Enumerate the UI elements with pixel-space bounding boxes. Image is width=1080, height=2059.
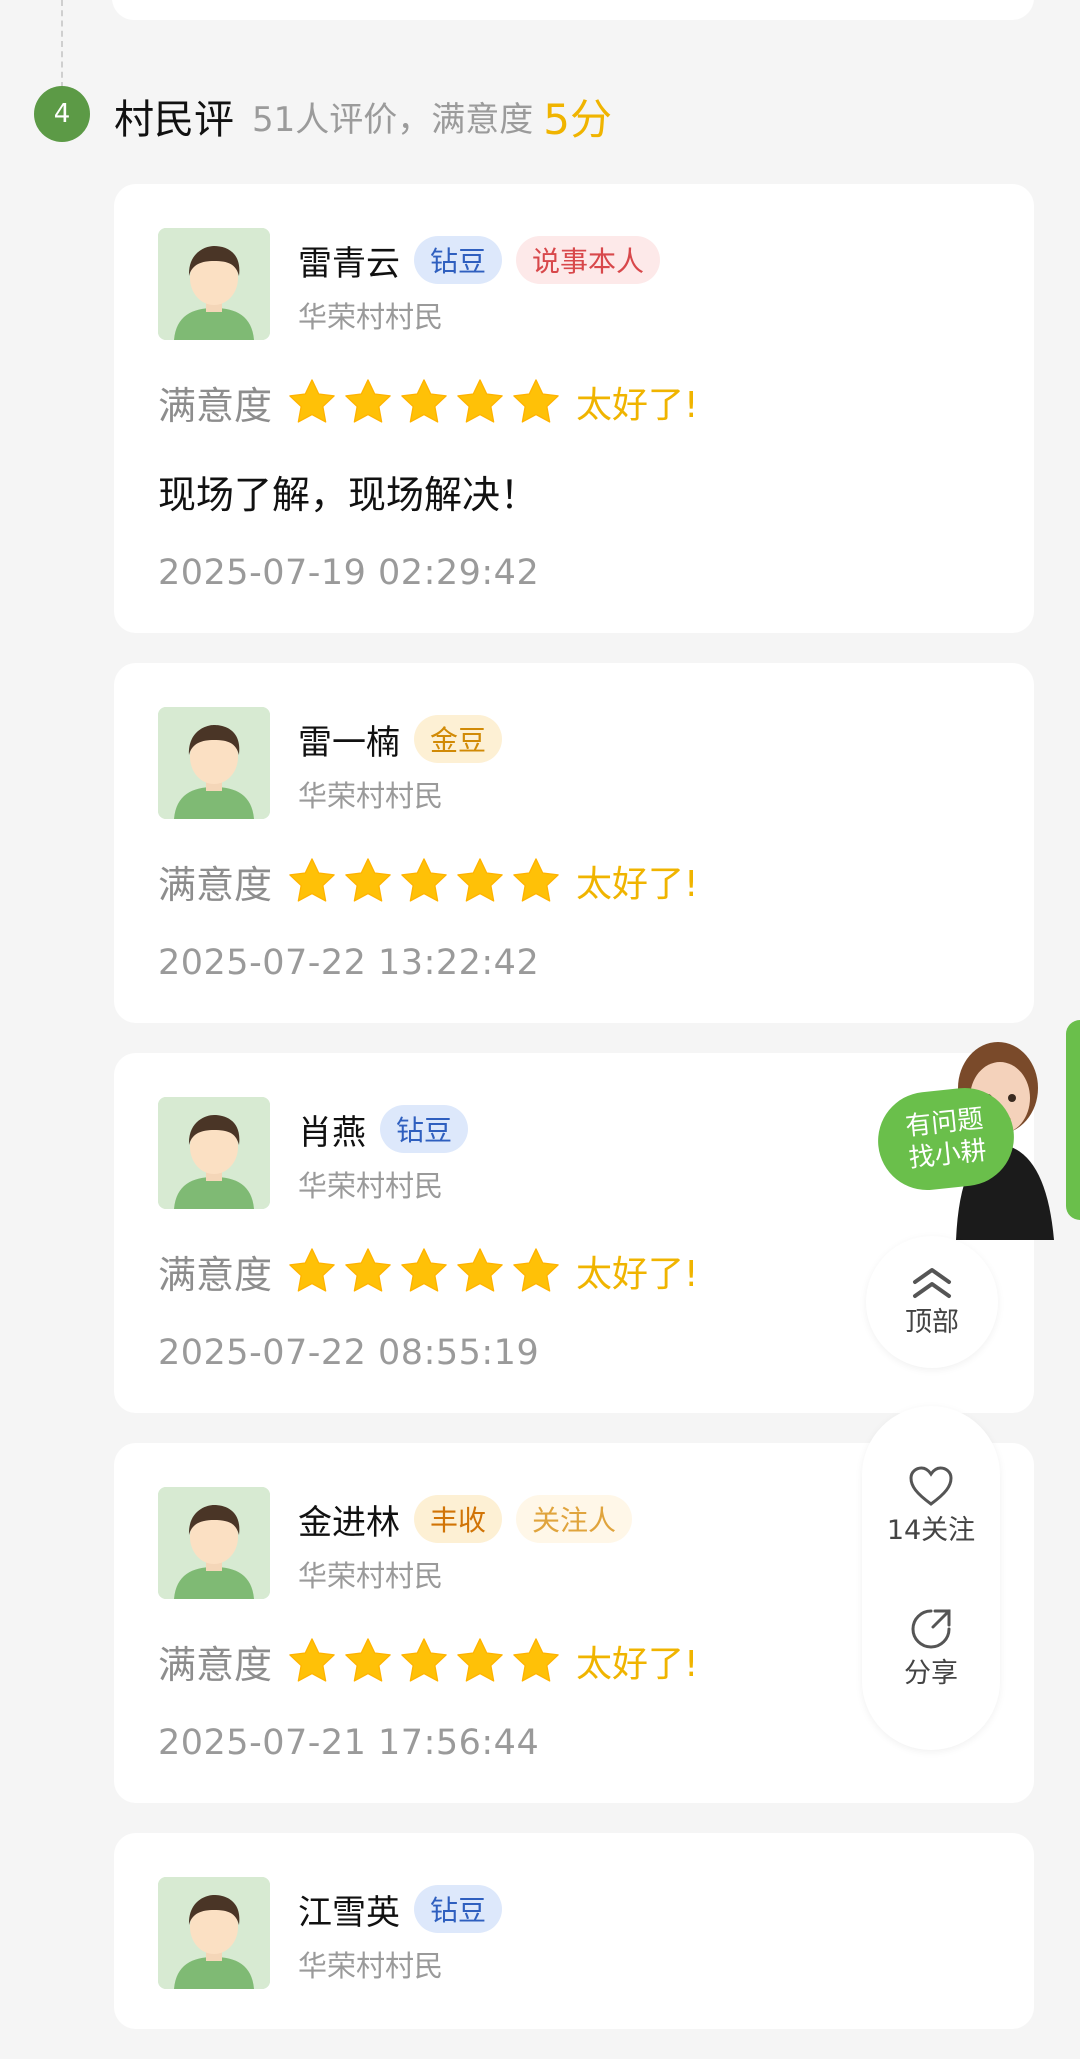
timeline-dashed-line: [61, 0, 63, 88]
star-icon: [454, 1245, 506, 1297]
follow-button[interactable]: 14关注: [887, 1466, 975, 1547]
star-icon: [398, 1245, 450, 1297]
rating-text: 太好了!: [576, 1254, 699, 1295]
star-icon: [342, 855, 394, 907]
section-header: 村民评 51人评价，满意度 5分: [114, 88, 612, 144]
section-number-badge: 4: [34, 86, 90, 142]
share-label: 分享: [904, 1658, 958, 1689]
back-to-top-button[interactable]: 顶部: [866, 1236, 998, 1368]
star-icon: [398, 855, 450, 907]
review-timestamp: 2025-07-22 08:55:19: [158, 1333, 540, 1373]
star-icon: [454, 855, 506, 907]
user-tag: 丰收: [414, 1495, 503, 1543]
rating-text: 太好了!: [576, 1644, 699, 1685]
star-icon: [342, 1635, 394, 1687]
section-summary: 51人评价，满意度: [252, 99, 534, 140]
star-icon: [454, 376, 506, 428]
section-title: 村民评: [114, 97, 234, 143]
avatar[interactable]: [158, 1487, 270, 1599]
rating-text: 太好了!: [576, 385, 699, 426]
star-icon: [342, 1245, 394, 1297]
review-card[interactable]: 雷青云 钻豆 说事本人华荣村村民满意度 太好了! 现场了解，现场解决！ 2025-07-1…: [114, 184, 1034, 633]
star-icon: [510, 376, 562, 428]
star-icon: [510, 1245, 562, 1297]
reviewer-village: 华荣村村民: [298, 1949, 444, 1983]
reviewer-village: 华荣村村民: [298, 1169, 444, 1203]
rating-text: 太好了!: [576, 864, 699, 905]
reviewer-header: 雷一楠 金豆华荣村村民: [158, 707, 988, 819]
reviewer-header: 肖燕 钻豆华荣村村民: [158, 1097, 988, 1209]
avatar[interactable]: [158, 707, 270, 819]
star-icon: [286, 1245, 338, 1297]
star-icon: [398, 1635, 450, 1687]
reviewer-name[interactable]: 肖燕: [298, 1105, 366, 1154]
star-icon: [454, 1635, 506, 1687]
avatar[interactable]: [158, 1097, 270, 1209]
review-comment: 现场了解，现场解决！: [158, 473, 539, 517]
star-icon: [286, 855, 338, 907]
reviewer-name[interactable]: 雷青云: [298, 236, 400, 285]
user-tag: 钻豆: [380, 1105, 469, 1153]
assistant-edge-tab[interactable]: [1066, 1020, 1080, 1220]
reviewer-name[interactable]: 金进林: [298, 1495, 400, 1544]
user-tag: 钻豆: [414, 236, 503, 284]
section-score: 5分: [543, 94, 612, 144]
rating-label: 满意度: [158, 1252, 273, 1297]
star-icon: [510, 1635, 562, 1687]
rating-label: 满意度: [158, 862, 273, 907]
avatar[interactable]: [158, 1877, 270, 1989]
follow-count-label: 14关注: [886, 1515, 976, 1546]
rating-row: 满意度 太好了!: [158, 1243, 988, 1299]
reviewer-village: 华荣村村民: [298, 300, 444, 334]
reviewer-name[interactable]: 江雪英: [298, 1885, 400, 1934]
floating-action-bar: 14关注 分享: [862, 1406, 1000, 1750]
review-card[interactable]: 江雪英 钻豆华荣村村民: [114, 1833, 1034, 2029]
avatar[interactable]: [158, 228, 270, 340]
user-tag: 关注人: [516, 1495, 633, 1543]
star-icon: [398, 376, 450, 428]
review-timestamp: 2025-07-21 17:56:44: [158, 1723, 540, 1763]
review-timestamp: 2025-07-22 13:22:42: [158, 943, 540, 983]
review-card[interactable]: 雷一楠 金豆华荣村村民满意度 太好了! 2025-07-22 13:22:42: [114, 663, 1034, 1023]
share-icon: [911, 1609, 951, 1649]
user-tag: 钻豆: [414, 1885, 503, 1933]
section-number: 4: [53, 99, 71, 129]
star-icon: [286, 376, 338, 428]
back-to-top-label: 顶部: [905, 1306, 959, 1338]
reviewer-header: 雷青云 钻豆 说事本人华荣村村民: [158, 228, 988, 340]
reviewer-village: 华荣村村民: [298, 1559, 444, 1593]
user-tag: 说事本人: [516, 236, 661, 284]
reviewer-village: 华荣村村民: [298, 779, 444, 813]
rating-label: 满意度: [158, 1642, 273, 1687]
reviewer-name[interactable]: 雷一楠: [298, 715, 400, 764]
user-tag: 金豆: [414, 715, 503, 763]
review-timestamp: 2025-07-19 02:29:42: [158, 553, 540, 593]
reviewer-header: 江雪英 钻豆华荣村村民: [158, 1877, 988, 1989]
rating-row: 满意度 太好了!: [158, 374, 988, 430]
star-icon: [342, 376, 394, 428]
previous-card-bottom: [112, 0, 1034, 20]
double-chevron-up-icon: [913, 1267, 951, 1298]
star-icon: [510, 855, 562, 907]
share-button[interactable]: 分享: [904, 1607, 958, 1690]
star-icon: [286, 1635, 338, 1687]
rating-row: 满意度 太好了!: [158, 853, 988, 909]
rating-label: 满意度: [158, 383, 273, 428]
heart-icon: [909, 1466, 953, 1506]
